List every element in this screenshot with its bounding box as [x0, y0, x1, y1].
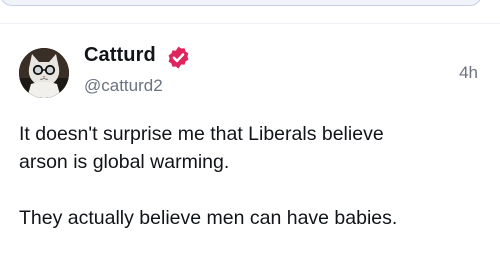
user-handle[interactable]: @catturd2: [84, 76, 163, 96]
post-text-line: They actually believe men can have babie…: [19, 207, 398, 229]
verified-badge-icon: [168, 46, 189, 69]
previous-card[interactable]: [0, 0, 482, 6]
cat-avatar-icon: [19, 48, 69, 98]
post-text-line: arson is global warming.: [19, 151, 230, 173]
post-text-line: It doesn't surprise me that Liberals bel…: [19, 123, 384, 145]
avatar[interactable]: [19, 48, 69, 98]
feed-viewport: Catturd @catturd2 4h It doesn't surprise…: [0, 0, 500, 258]
post-card[interactable]: Catturd @catturd2 4h It doesn't surprise…: [0, 24, 500, 258]
post-timestamp[interactable]: 4h: [459, 63, 478, 83]
display-name[interactable]: Catturd: [84, 44, 156, 67]
